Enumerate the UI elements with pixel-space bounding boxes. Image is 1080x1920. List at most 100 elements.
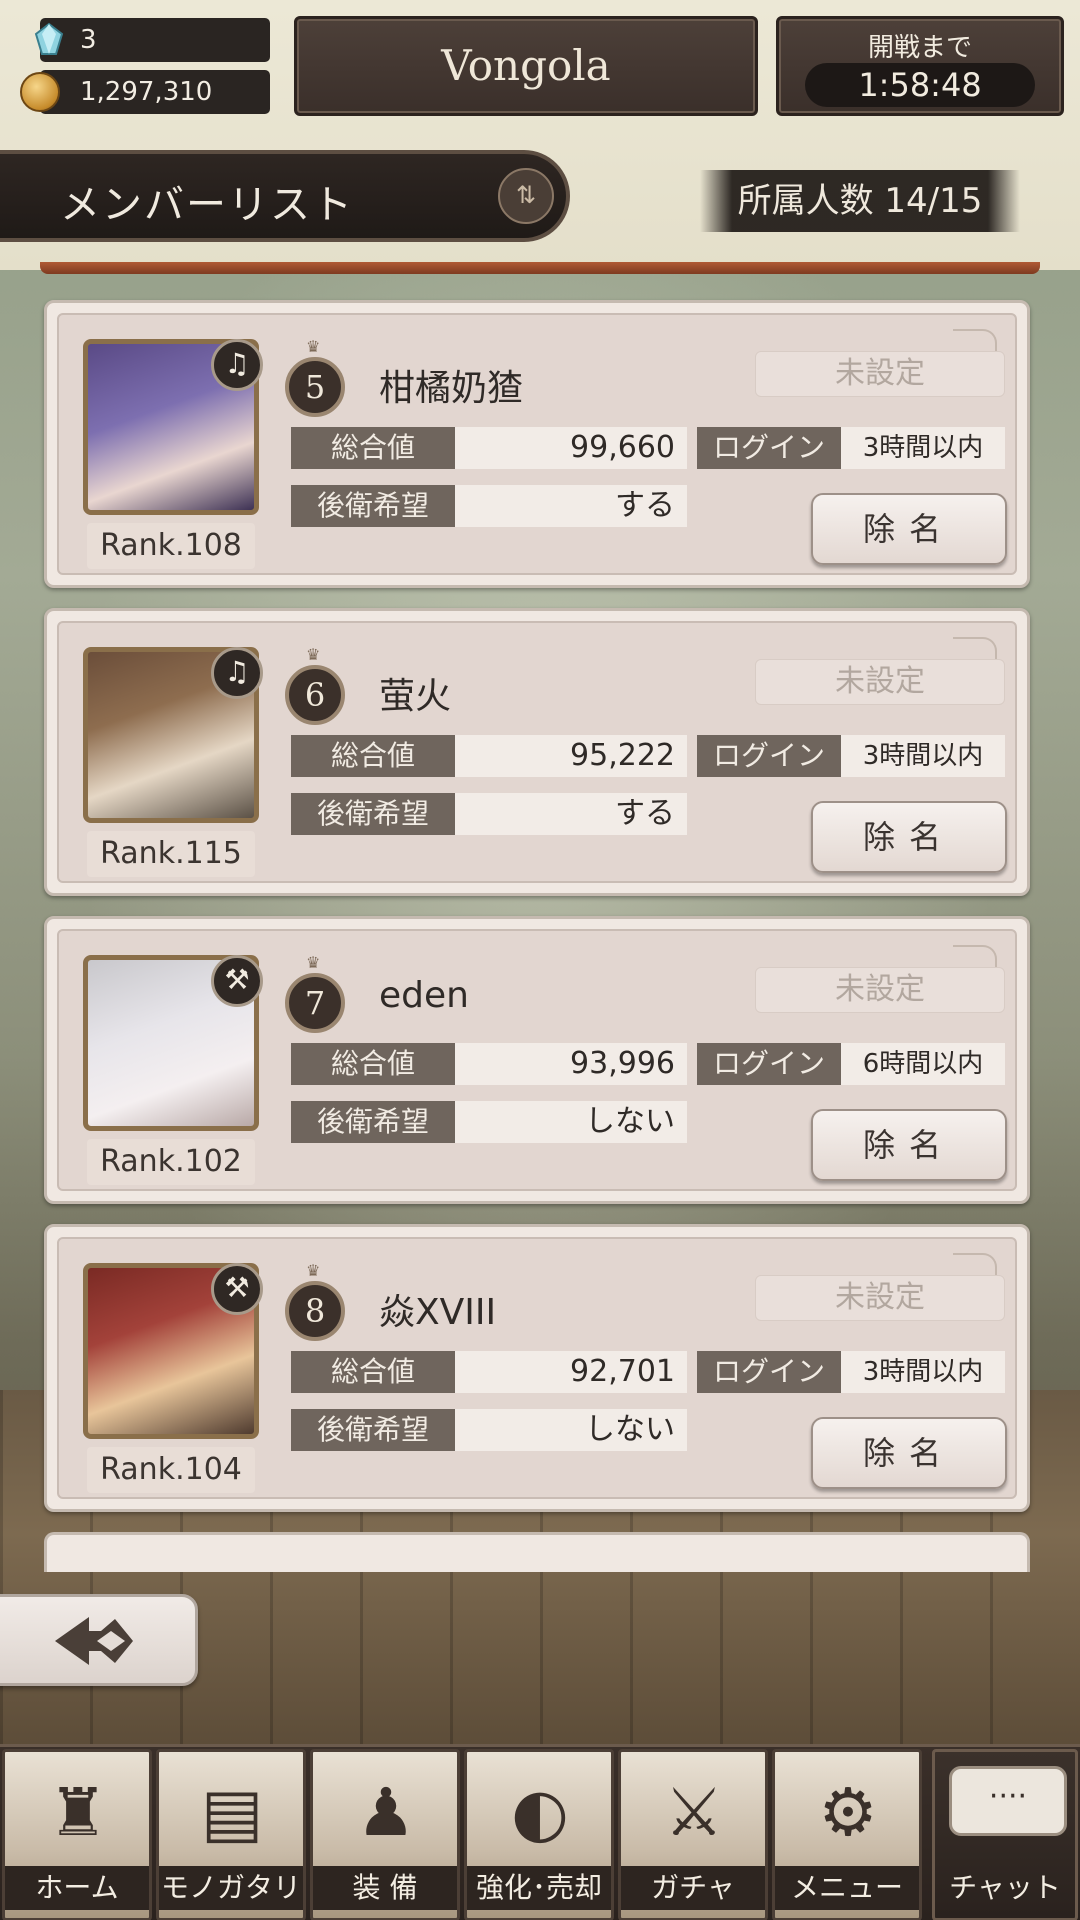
nav-menu[interactable]: ⚙ メニュー [772, 1749, 922, 1920]
battle-timer-box: 開戦まで 1:58:48 [776, 16, 1064, 116]
back-arrow-icon [55, 1617, 133, 1665]
remove-button[interactable]: 除名 [811, 1109, 1007, 1181]
card-panel: ⚒ Rank.102 ♛ 7 eden 未設定 総合値 93,996 後衛希望 … [57, 929, 1017, 1191]
rear-wish-value: する [455, 793, 687, 835]
remove-button[interactable]: 除名 [811, 493, 1007, 565]
nav-enhance-sell[interactable]: ◐ 強化･売却 [464, 1749, 614, 1920]
member-rank: Rank.108 [87, 523, 255, 569]
nav-chat[interactable]: ···· チャット [932, 1749, 1078, 1920]
card-panel: ♫ Rank.115 ♛ 6 萤火 未設定 総合値 95,222 後衛希望 する… [57, 621, 1017, 883]
member-name: 焱XVIII [379, 1292, 497, 1333]
member-rank: Rank.104 [87, 1447, 255, 1493]
total-label: 総合値 [291, 427, 455, 469]
total-value: 99,660 [455, 427, 687, 469]
nav-label: メニュー [775, 1866, 919, 1910]
nav-label: ガチャ [621, 1866, 765, 1910]
member-name: 柑橘奶猹 [379, 368, 524, 409]
position-badge: 6 [285, 665, 345, 725]
nav-home[interactable]: ♜ ホーム [2, 1749, 152, 1920]
nav-equipment[interactable]: ♟ 装 備 [310, 1749, 460, 1920]
chat-bubble-icon: ···· [949, 1766, 1067, 1836]
total-value: 95,222 [455, 735, 687, 777]
harp-icon: ♫ [211, 647, 263, 699]
battle-timer-label: 開戦まで [867, 33, 972, 63]
coin-counter: 1,297,310 [20, 70, 270, 114]
total-label: 総合値 [291, 1351, 455, 1393]
total-label: 総合値 [291, 735, 455, 777]
member-rank: Rank.115 [87, 831, 255, 877]
nav-story[interactable]: ▤ モノガタリ [156, 1749, 306, 1920]
member-name: 萤火 [379, 676, 452, 717]
rear-wish-label: 後衛希望 [291, 485, 455, 527]
rear-wish-label: 後衛希望 [291, 793, 455, 835]
total-value: 93,996 [455, 1043, 687, 1085]
gem-icon [34, 22, 64, 55]
coin-icon [20, 72, 60, 112]
rear-wish-value: しない [455, 1409, 687, 1451]
member-rank: Rank.102 [87, 1139, 255, 1185]
crown-icon: ♛ [306, 645, 321, 664]
nav-label: 強化･売却 [467, 1866, 611, 1910]
coin-count: 1,297,310 [80, 77, 213, 107]
top-bar: 3 1,297,310 Vongola 開戦まで 1:58:48 メンバーリスト… [0, 0, 1080, 274]
back-button[interactable] [0, 1594, 198, 1686]
member-card: ⚒ Rank.104 ♛ 8 焱XVIII 未設定 総合値 92,701 後衛希… [44, 1224, 1030, 1512]
total-label: 総合値 [291, 1043, 455, 1085]
login-label: ログイン [697, 427, 841, 469]
nav-label: 装 備 [313, 1866, 457, 1910]
book-icon: ▤ [200, 1774, 264, 1851]
puppet-icon: ♟ [356, 1774, 416, 1851]
member-card: ♫ Rank.108 ♛ 5 柑橘奶猹 未設定 総合値 99,660 後衛希望 … [44, 300, 1030, 588]
gem-counter: 3 [34, 18, 270, 62]
total-value: 92,701 [455, 1351, 687, 1393]
mask-icon: ◐ [511, 1774, 569, 1851]
section-title-bar: メンバーリスト ⇅ [0, 150, 570, 242]
member-card: ⚒ Rank.102 ♛ 7 eden 未設定 総合値 93,996 後衛希望 … [44, 916, 1030, 1204]
guild-name-banner[interactable]: Vongola [294, 16, 758, 116]
rear-wish-label: 後衛希望 [291, 1409, 455, 1451]
gem-count: 3 [80, 25, 97, 55]
nav-label: ホーム [5, 1866, 149, 1910]
login-label: ログイン [697, 735, 841, 777]
rear-wish-label: 後衛希望 [291, 1101, 455, 1143]
position-badge: 5 [285, 357, 345, 417]
position-badge: 7 [285, 973, 345, 1033]
sort-toggle-icon[interactable]: ⇅ [498, 168, 554, 224]
card-panel: ⚒ Rank.104 ♛ 8 焱XVIII 未設定 総合値 92,701 後衛希… [57, 1237, 1017, 1499]
crown-icon: ♛ [306, 1261, 321, 1280]
member-card: ♫ Rank.115 ♛ 6 萤火 未設定 総合値 95,222 後衛希望 する… [44, 608, 1030, 896]
battle-timer-value: 1:58:48 [805, 63, 1035, 107]
castle-icon: ♜ [48, 1774, 108, 1851]
rear-wish-value: しない [455, 1101, 687, 1143]
role-status: 未設定 [755, 1275, 1005, 1321]
header-divider [40, 262, 1040, 274]
chat-label: チャット [949, 1871, 1061, 1904]
remove-button[interactable]: 除名 [811, 801, 1007, 873]
gears-icon: ⚙ [818, 1774, 878, 1851]
role-status: 未設定 [755, 659, 1005, 705]
rear-wish-value: する [455, 485, 687, 527]
role-status: 未設定 [755, 967, 1005, 1013]
remove-button[interactable]: 除名 [811, 1417, 1007, 1489]
hammer-icon: ⚒ [211, 1263, 263, 1315]
login-value: 3時間以内 [841, 427, 1005, 469]
member-count: 所属人数 14/15 [700, 170, 1020, 232]
login-label: ログイン [697, 1043, 841, 1085]
login-value: 6時間以内 [841, 1043, 1005, 1085]
section-title: メンバーリスト [60, 182, 354, 228]
crown-icon: ♛ [306, 337, 321, 356]
card-panel: ♫ Rank.108 ♛ 5 柑橘奶猹 未設定 総合値 99,660 後衛希望 … [57, 313, 1017, 575]
nav-label: モノガタリ [159, 1866, 303, 1910]
role-status: 未設定 [755, 351, 1005, 397]
member-name: eden [379, 975, 469, 1016]
bottom-nav: ♜ ホーム ▤ モノガタリ ♟ 装 備 ◐ 強化･売却 ⚔ ガチャ ⚙ メニュー… [0, 1744, 1080, 1920]
position-badge: 8 [285, 1281, 345, 1341]
hammer-icon: ⚒ [211, 955, 263, 1007]
login-label: ログイン [697, 1351, 841, 1393]
harp-icon: ♫ [211, 339, 263, 391]
nav-gacha[interactable]: ⚔ ガチャ [618, 1749, 768, 1920]
login-value: 3時間以内 [841, 1351, 1005, 1393]
crossed-swords-icon: ⚔ [664, 1774, 724, 1851]
login-value: 3時間以内 [841, 735, 1005, 777]
member-card-partial[interactable] [44, 1532, 1030, 1572]
